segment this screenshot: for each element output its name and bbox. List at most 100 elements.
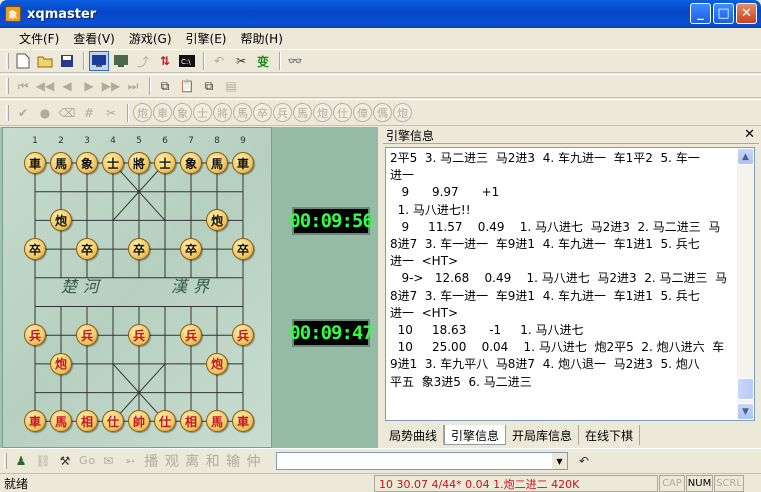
- chess-piece[interactable]: 馬: [50, 152, 72, 174]
- engine-output-line: 10 18.63 -1 1. 马八进七: [390, 323, 584, 338]
- chevron-down-icon[interactable]: ▼: [552, 453, 567, 469]
- tab-engine-info[interactable]: 引擎信息: [444, 425, 507, 445]
- chess-piece[interactable]: 車: [232, 152, 254, 174]
- copy-icon[interactable]: ⧉: [155, 76, 175, 96]
- maximize-button[interactable]: □: [713, 3, 734, 24]
- binoculars-icon[interactable]: 👓: [285, 51, 305, 71]
- num-indicator: NUM: [686, 475, 713, 492]
- engine-red-icon[interactable]: [89, 51, 109, 71]
- piece-tool[interactable]: 士: [193, 103, 212, 122]
- chess-piece[interactable]: 卒: [24, 238, 46, 261]
- menu-view[interactable]: 查看(V): [66, 30, 122, 47]
- toolbar-edit: ✔ ● ⌫ # ✂ 炮 車 象 士 將 馬 卒 兵 馬 炮 仕 俥 傌 炮: [0, 99, 761, 126]
- chess-piece[interactable]: 卒: [128, 238, 150, 261]
- piece-tool[interactable]: 馬: [293, 103, 312, 122]
- invite-icon[interactable]: ✉: [98, 451, 118, 471]
- chess-piece[interactable]: 卒: [180, 238, 202, 261]
- chess-board[interactable]: 123456789 九八七六五四三二一 楚河 漢界 車馬象士將士象馬車炮炮卒卒卒…: [2, 127, 272, 448]
- panel-tabs: 局势曲线 引擎信息 开局库信息 在线下棋: [383, 425, 759, 445]
- hint-icon[interactable]: ⤴: [133, 51, 153, 71]
- link-icon[interactable]: ⛓: [33, 451, 53, 471]
- paste-fen-icon[interactable]: ▤: [221, 76, 241, 96]
- dot-icon[interactable]: ●: [35, 103, 55, 123]
- title-bar[interactable]: 象 xqmaster _ □ ✕: [0, 0, 761, 28]
- piece-tool[interactable]: 炮: [313, 103, 332, 122]
- tab-opening-book[interactable]: 开局库信息: [506, 425, 580, 445]
- piece-tool[interactable]: 炮: [133, 103, 152, 122]
- piece-tool[interactable]: 將: [213, 103, 232, 122]
- chess-piece[interactable]: 士: [102, 152, 124, 174]
- coord-label: 8: [214, 136, 220, 146]
- tab-trend-curve[interactable]: 局势曲线: [383, 425, 445, 445]
- undo-icon[interactable]: ↶: [209, 51, 229, 71]
- chess-piece[interactable]: 卒: [76, 238, 98, 261]
- piece-tool[interactable]: 卒: [253, 103, 272, 122]
- coord-label: 6: [162, 136, 168, 146]
- eraser-icon[interactable]: ⌫: [57, 103, 77, 123]
- piece-tool[interactable]: 馬: [233, 103, 252, 122]
- piece-tool[interactable]: 炮: [393, 103, 412, 122]
- engine-black-icon[interactable]: [111, 51, 131, 71]
- command-combo[interactable]: ▼: [276, 452, 568, 470]
- online-actions[interactable]: 播 观 离 和 输 仲: [144, 451, 261, 471]
- chess-piece[interactable]: 士: [154, 152, 176, 174]
- tools-icon[interactable]: ✂: [231, 51, 251, 71]
- paste-icon[interactable]: 📋: [177, 76, 197, 96]
- piece-tool[interactable]: 兵: [273, 103, 292, 122]
- coord-label: 2: [58, 136, 64, 146]
- chess-piece[interactable]: 將: [128, 152, 150, 174]
- menu-file[interactable]: 文件(F): [12, 30, 66, 47]
- cut-icon[interactable]: ✂: [101, 103, 121, 123]
- caps-indicator: CAP: [659, 475, 685, 492]
- piece-tool[interactable]: 車: [153, 103, 172, 122]
- new-file-icon[interactable]: [13, 51, 33, 71]
- chess-piece[interactable]: 象: [76, 152, 98, 174]
- go-label[interactable]: Go: [79, 454, 96, 467]
- scroll-up-icon[interactable]: ▲: [737, 148, 754, 165]
- engine-output-line: 10 25.00 0.04 1. 马八进七 炮2平5 2. 炮八进六 车: [390, 340, 725, 355]
- engine-output[interactable]: 2平5 3. 马二进三 马2进3 4. 车九进一 车1平2 5. 车一 进一 9 …: [385, 147, 755, 421]
- close-button[interactable]: ✕: [736, 3, 757, 24]
- open-folder-icon[interactable]: [35, 51, 55, 71]
- chess-piece[interactable]: 馬: [206, 152, 228, 174]
- chess-piece[interactable]: 車: [24, 152, 46, 174]
- piece-tool[interactable]: 傌: [373, 103, 392, 122]
- users-icon[interactable]: ♟: [11, 451, 31, 471]
- panel-close-icon[interactable]: ✕: [744, 127, 755, 142]
- forward-fast-icon[interactable]: ▶▶: [101, 76, 121, 96]
- menu-game[interactable]: 游戏(G): [122, 30, 179, 47]
- console-icon[interactable]: C:\: [177, 51, 197, 71]
- send-icon[interactable]: ➳: [120, 451, 140, 471]
- coord-label: 3: [84, 136, 90, 146]
- first-move-icon[interactable]: ⏮: [13, 76, 33, 96]
- back-icon[interactable]: ◀: [57, 76, 77, 96]
- save-icon[interactable]: [57, 51, 77, 71]
- chess-piece[interactable]: 炮: [50, 352, 72, 375]
- return-icon[interactable]: ↶: [574, 451, 594, 471]
- scroll-down-icon[interactable]: ▼: [737, 403, 754, 420]
- hash-icon[interactable]: #: [79, 103, 99, 123]
- scroll-thumb[interactable]: [737, 378, 754, 400]
- engine-output-line: 9-> 12.68 0.49 1. 马八进七 马2进3 2. 马二进三 马: [390, 271, 728, 286]
- change-icon[interactable]: 变: [253, 51, 273, 71]
- back-fast-icon[interactable]: ◀◀: [35, 76, 55, 96]
- check-icon[interactable]: ✔: [13, 103, 33, 123]
- copy-fen-icon[interactable]: ⧉: [199, 76, 219, 96]
- scrollbar[interactable]: ▲ ▼: [737, 148, 754, 420]
- minimize-button[interactable]: _: [690, 3, 711, 24]
- piece-tool[interactable]: 俥: [353, 103, 372, 122]
- hammer-icon[interactable]: ⚒: [55, 451, 75, 471]
- tab-online-play[interactable]: 在线下棋: [579, 425, 641, 445]
- menu-help[interactable]: 帮助(H): [233, 30, 289, 47]
- engine-output-line: 进一 <HT>: [390, 305, 459, 320]
- piece-tool[interactable]: 象: [173, 103, 192, 122]
- engine-panel-header: 引擎信息 ✕: [383, 127, 759, 144]
- chess-piece[interactable]: 卒: [232, 238, 254, 261]
- forward-icon[interactable]: ▶: [79, 76, 99, 96]
- last-move-icon[interactable]: ⏭: [123, 76, 143, 96]
- flip-board-icon[interactable]: ⇅: [155, 51, 175, 71]
- piece-tool[interactable]: 仕: [333, 103, 352, 122]
- chess-piece[interactable]: 象: [180, 152, 202, 174]
- menu-engine[interactable]: 引擎(E): [179, 30, 234, 47]
- chess-piece[interactable]: 炮: [206, 352, 228, 375]
